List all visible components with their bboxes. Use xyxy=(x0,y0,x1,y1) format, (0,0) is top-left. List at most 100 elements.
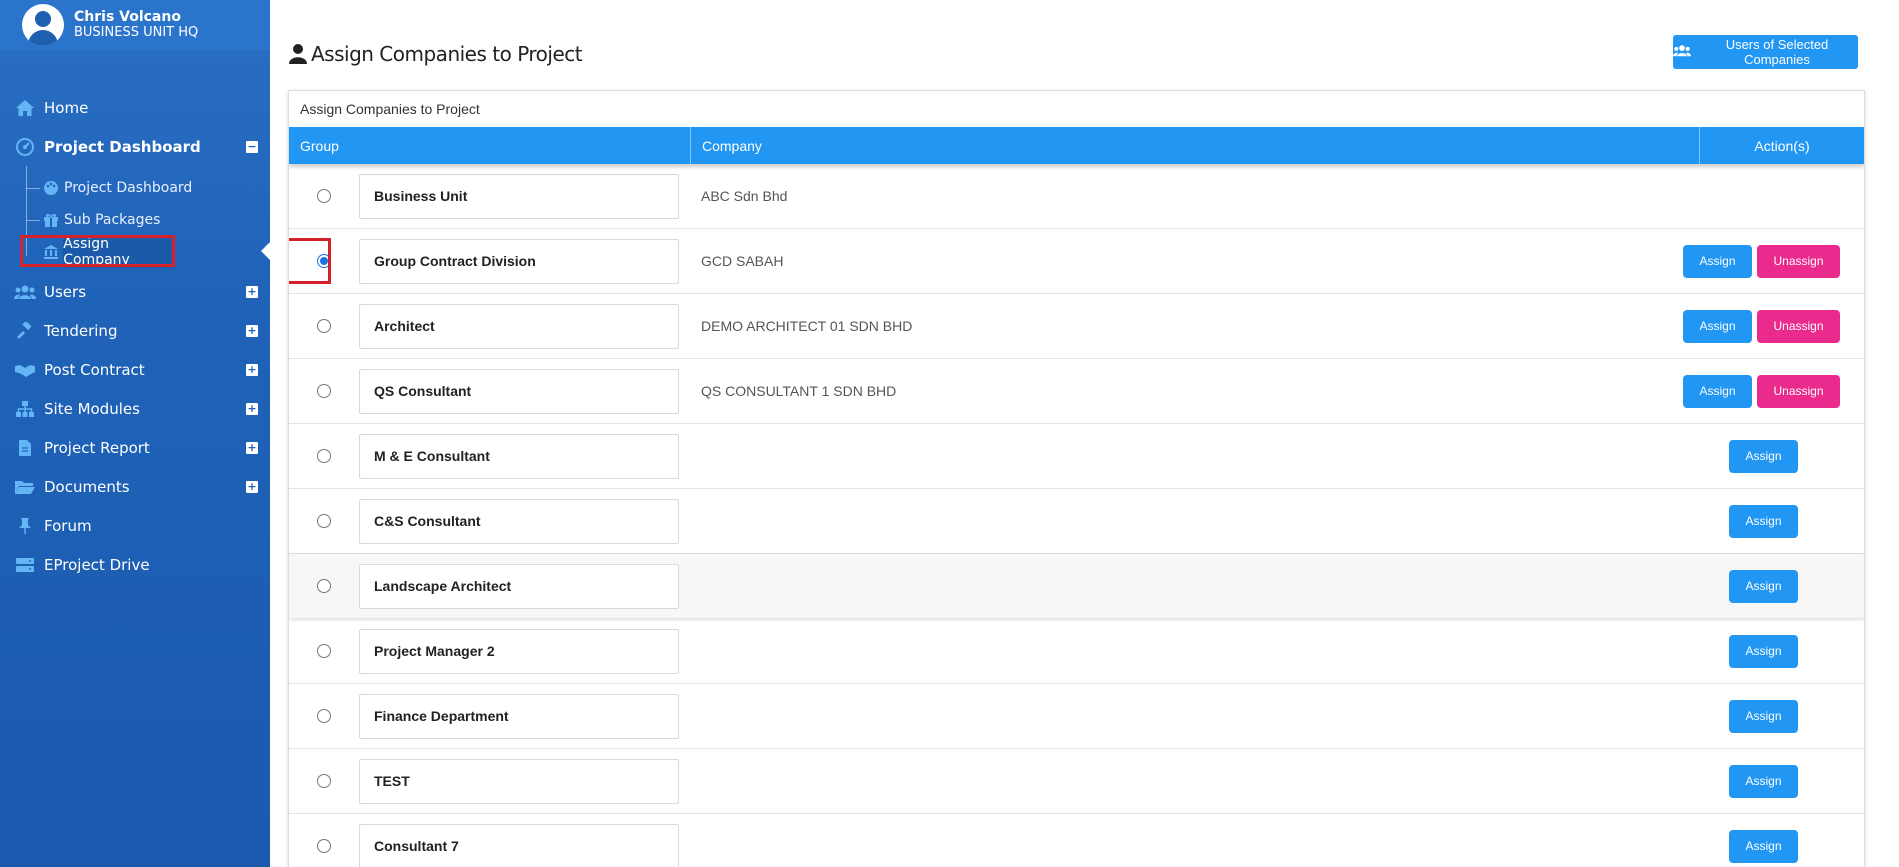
assign-button[interactable]: Assign xyxy=(1683,374,1752,408)
group-name: Business Unit xyxy=(359,173,679,219)
sidebar-subitem-project-dashboard[interactable]: Project Dashboard xyxy=(0,172,270,204)
company-name: GCD SABAH xyxy=(701,253,784,269)
expand-toggle-icon[interactable]: + xyxy=(246,363,258,376)
table-row: Consultant 7 Assign xyxy=(289,814,1864,867)
group-radio[interactable] xyxy=(317,189,331,203)
table-row: Group Contract Division GCD SABAH Assign Un… xyxy=(289,229,1864,294)
expand-toggle-icon[interactable]: + xyxy=(246,285,258,298)
expand-toggle-icon[interactable]: + xyxy=(246,324,258,337)
group-name: Finance Department xyxy=(359,693,679,739)
group-radio[interactable] xyxy=(317,514,331,528)
sidebar-item-label: EProject Drive xyxy=(44,555,150,574)
assign-button[interactable]: Assign xyxy=(1729,504,1798,538)
sidebar-item-forum[interactable]: Forum xyxy=(0,506,270,545)
sidebar-menu: Home Project Dashboard − Project Dashboa… xyxy=(0,88,270,584)
assign-button[interactable]: Assign xyxy=(1729,699,1798,733)
sidebar: Chris Volcano BUSINESS UNIT HQ Home Proj… xyxy=(0,0,270,867)
card-title: Assign Companies to Project xyxy=(300,101,480,117)
sidebar-item-label: Forum xyxy=(44,516,92,535)
expand-toggle-icon[interactable]: + xyxy=(246,480,258,493)
sidebar-item-label: Site Modules xyxy=(44,399,140,418)
group-radio[interactable] xyxy=(317,644,331,658)
assign-button[interactable]: Assign xyxy=(1729,569,1798,603)
assign-button[interactable]: Assign xyxy=(1729,439,1798,473)
assign-companies-card: Assign Companies to Project Group Compan… xyxy=(288,90,1865,867)
sidebar-item-documents[interactable]: Documents + xyxy=(0,467,270,506)
assign-button[interactable]: Assign xyxy=(1729,634,1798,668)
action-cell: Assign xyxy=(1729,634,1798,668)
action-cell: Assign xyxy=(1729,439,1798,473)
file-icon xyxy=(14,439,36,457)
collapse-toggle-icon[interactable]: − xyxy=(246,140,258,153)
action-cell: Assign xyxy=(1729,504,1798,538)
assign-button[interactable]: Assign xyxy=(1729,764,1798,798)
sitemap-icon xyxy=(14,400,36,418)
selection-highlight xyxy=(289,238,331,284)
group-name: TEST xyxy=(359,758,679,804)
sidebar-item-tendering[interactable]: Tendering + xyxy=(0,311,270,350)
sidebar-subitem-assign-company[interactable]: Assign Company xyxy=(20,235,175,268)
users-icon xyxy=(1673,44,1691,60)
table-row: Landscape Architect Assign xyxy=(289,554,1864,619)
action-cell: Assign xyxy=(1729,829,1798,863)
sidebar-item-label: Users xyxy=(44,282,87,301)
group-name: Landscape Architect xyxy=(359,563,679,609)
sidebar-item-users[interactable]: Users + xyxy=(0,272,270,311)
sidebar-item-project-report[interactable]: Project Report + xyxy=(0,428,270,467)
unassign-button[interactable]: Unassign xyxy=(1757,309,1840,343)
users-of-selected-companies-button[interactable]: Users of Selected Companies xyxy=(1673,35,1858,69)
action-cell: Assign xyxy=(1729,569,1798,603)
expand-toggle-icon[interactable]: + xyxy=(246,441,258,454)
action-cell: Assign xyxy=(1729,764,1798,798)
radio-cell xyxy=(289,814,359,867)
unassign-button[interactable]: Unassign xyxy=(1757,374,1840,408)
group-radio[interactable] xyxy=(317,449,331,463)
sidebar-item-home[interactable]: Home xyxy=(0,88,270,127)
pin-icon xyxy=(14,517,36,535)
users-button-label: Users of Selected Companies xyxy=(1725,37,1829,67)
group-radio[interactable] xyxy=(317,384,331,398)
company-name: QS CONSULTANT 1 SDN BHD xyxy=(701,383,897,399)
table-row: QS Consultant QS CONSULTANT 1 SDN BHD Assi… xyxy=(289,359,1864,424)
sidebar-item-post-contract[interactable]: Post Contract + xyxy=(0,350,270,389)
group-radio[interactable] xyxy=(317,579,331,593)
column-header-group: Group xyxy=(289,127,691,164)
radio-cell xyxy=(289,749,359,813)
radio-cell xyxy=(289,489,359,553)
group-radio[interactable] xyxy=(317,839,331,853)
assign-button[interactable]: Assign xyxy=(1683,244,1752,278)
sidebar-item-label: Post Contract xyxy=(44,360,145,379)
table-row: Finance Department Assign xyxy=(289,684,1864,749)
table-row: M & E Consultant Assign xyxy=(289,424,1864,489)
radio-cell xyxy=(289,619,359,683)
assign-button[interactable]: Assign xyxy=(1729,829,1798,863)
dashboard-icon xyxy=(14,137,36,156)
sidebar-item-label: Tendering xyxy=(44,321,118,340)
user-profile[interactable]: Chris Volcano BUSINESS UNIT HQ xyxy=(0,0,270,50)
table-row: Business Unit ABC Sdn Bhd xyxy=(289,164,1864,229)
group-radio[interactable] xyxy=(317,709,331,723)
group-name: Architect xyxy=(359,303,679,349)
expand-toggle-icon[interactable]: + xyxy=(246,402,258,415)
profile-unit: BUSINESS UNIT HQ xyxy=(74,25,199,40)
sidebar-item-project-dashboard[interactable]: Project Dashboard − xyxy=(0,127,270,166)
column-header-company: Company xyxy=(691,127,1700,164)
radio-cell xyxy=(289,359,359,423)
project-dashboard-submenu: Project Dashboard Sub Packages Assign Co… xyxy=(0,166,270,272)
unassign-button[interactable]: Unassign xyxy=(1757,244,1840,278)
sidebar-item-label: Project Dashboard xyxy=(44,137,201,156)
action-cell: Assign Unassign xyxy=(1683,309,1840,343)
radio-cell xyxy=(289,684,359,748)
assign-button[interactable]: Assign xyxy=(1683,309,1752,343)
avatar xyxy=(22,4,64,46)
sidebar-item-site-modules[interactable]: Site Modules + xyxy=(0,389,270,428)
folder-icon xyxy=(14,478,36,496)
table-row: TEST Assign xyxy=(289,749,1864,814)
active-indicator xyxy=(261,242,270,260)
group-radio[interactable] xyxy=(317,319,331,333)
sidebar-subitem-sub-packages[interactable]: Sub Packages xyxy=(0,204,270,236)
table-header: Group Company Action(s) xyxy=(289,127,1864,164)
page-title-text: Assign Companies to Project xyxy=(311,42,583,66)
sidebar-item-eproject-drive[interactable]: EProject Drive xyxy=(0,545,270,584)
group-radio[interactable] xyxy=(317,774,331,788)
